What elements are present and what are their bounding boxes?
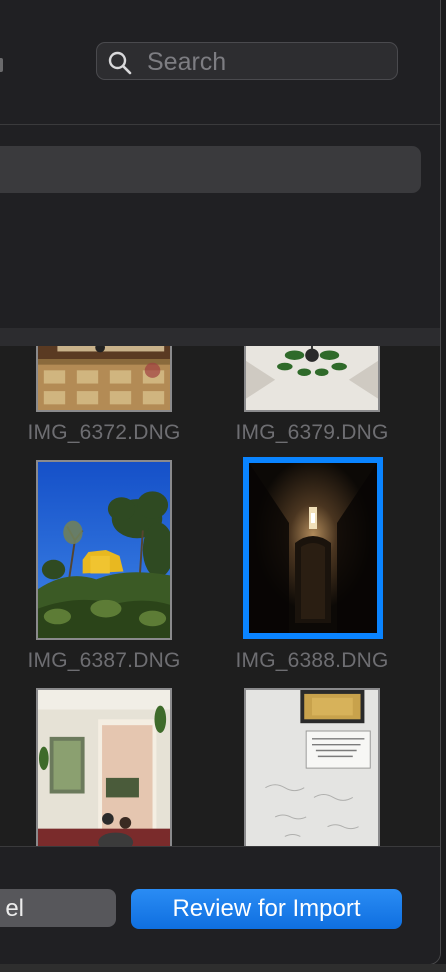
filename-label: IMG_6388.DNG xyxy=(235,649,389,672)
cancel-button-label: el xyxy=(5,895,24,922)
photo-thumbnail[interactable] xyxy=(36,460,172,640)
thumbnail-image xyxy=(38,346,170,410)
thumbnail-image xyxy=(38,690,170,846)
thumbnail-image xyxy=(249,463,377,633)
source-path-bar[interactable] xyxy=(0,146,421,193)
import-dialog: IMG_6372.DNG IMG_6379.DNG xyxy=(0,0,441,965)
thumbnail-image xyxy=(246,346,378,410)
toolbar-edge-control[interactable] xyxy=(0,58,3,72)
photo-grid: IMG_6372.DNG IMG_6379.DNG IMG_6387.DNG I… xyxy=(0,346,440,846)
photo-thumbnail[interactable] xyxy=(36,688,172,846)
photo-thumbnail[interactable] xyxy=(244,688,380,846)
cancel-button[interactable]: el xyxy=(0,889,116,927)
thumbnail-image xyxy=(246,690,378,846)
thumbnail-image xyxy=(38,462,170,638)
filename-label: IMG_6387.DNG xyxy=(27,649,181,672)
search-field[interactable] xyxy=(96,42,398,81)
toolbar xyxy=(0,0,440,125)
review-for-import-button[interactable]: Review for Import xyxy=(131,889,402,929)
background-below-dialog xyxy=(0,964,446,972)
photo-thumbnail[interactable] xyxy=(244,346,380,412)
options-area xyxy=(0,200,440,327)
search-icon xyxy=(108,51,132,75)
grid-header-divider xyxy=(0,328,440,346)
photo-thumbnail-selected[interactable] xyxy=(244,458,382,638)
search-input[interactable] xyxy=(147,43,387,81)
dialog-footer: el Review for Import xyxy=(0,846,440,964)
filename-label: IMG_6379.DNG xyxy=(235,421,389,444)
photo-thumbnail[interactable] xyxy=(36,346,172,412)
filename-label: IMG_6372.DNG xyxy=(27,421,181,444)
